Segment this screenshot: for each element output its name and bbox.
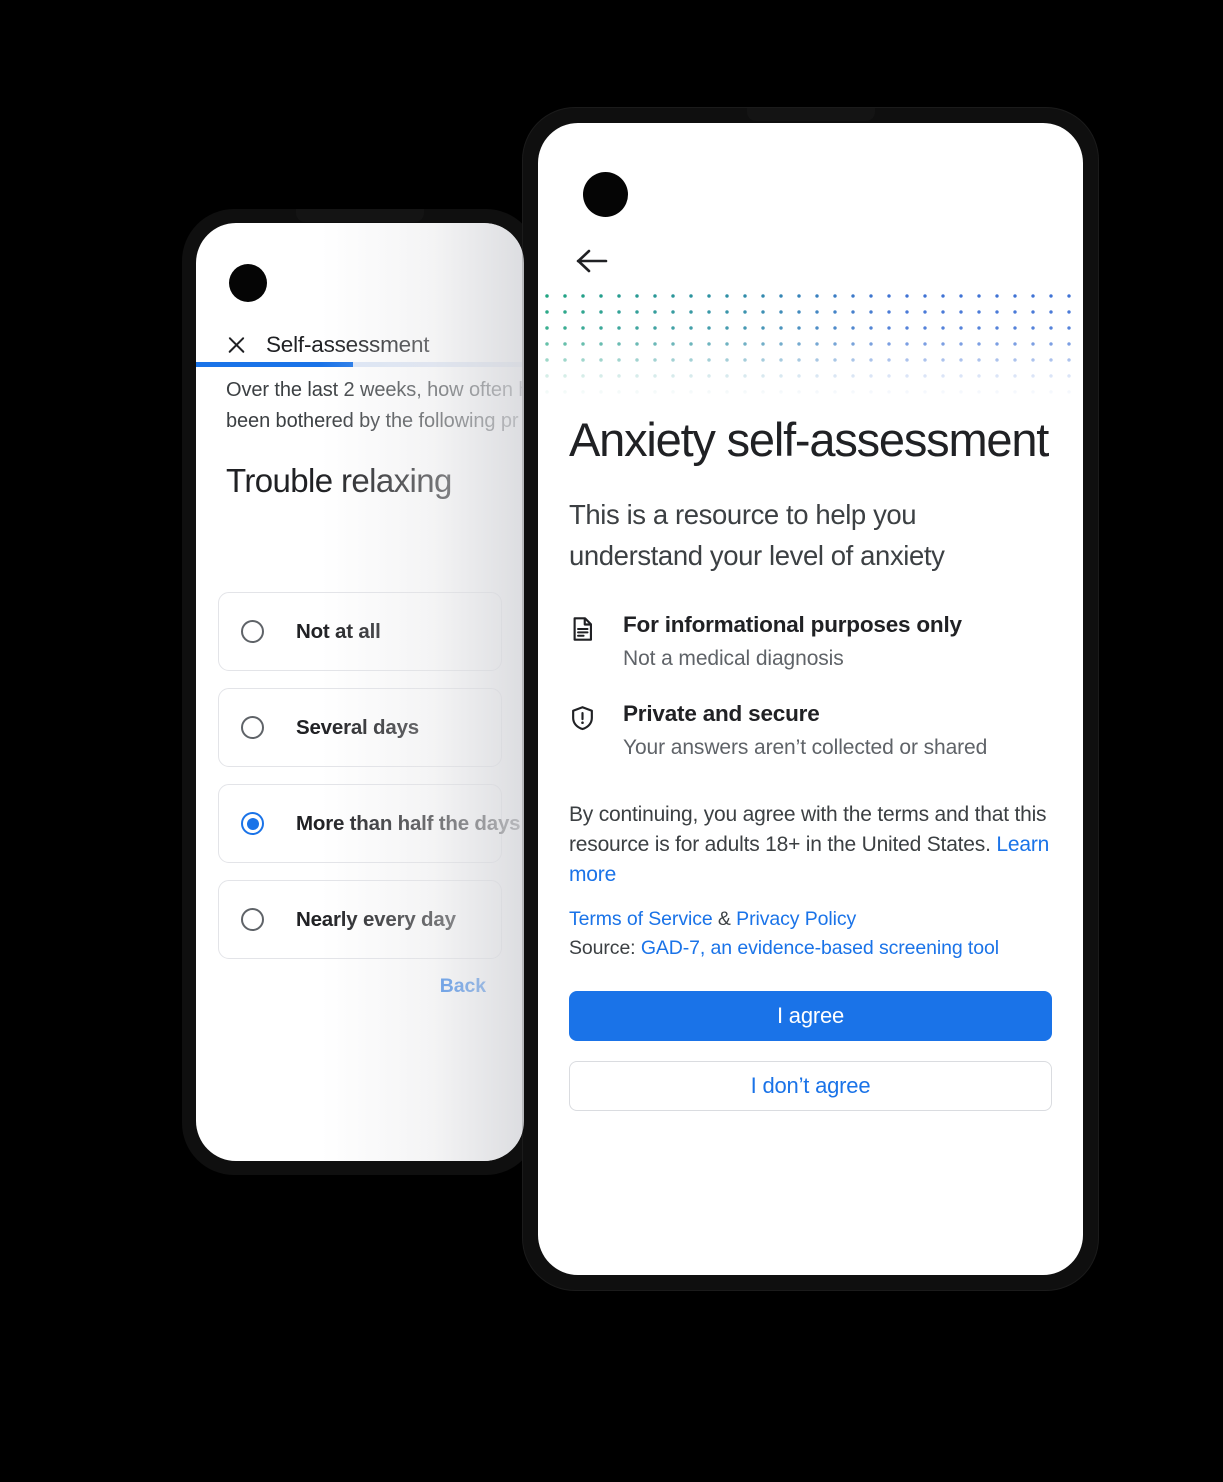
disagree-button[interactable]: I don’t agree: [569, 1061, 1052, 1111]
source-link[interactable]: GAD-7, an evidence-based screening tool: [641, 937, 999, 959]
feature-private-secure: Private and secure Your answers aren’t c…: [569, 701, 1052, 760]
back-row: Back: [196, 975, 524, 998]
document-icon: [569, 612, 599, 671]
back-button[interactable]: Back: [440, 975, 486, 997]
legal-links-row-1: Terms of Service & Privacy Policy: [569, 905, 1052, 934]
action-buttons: I agree I don’t agree: [569, 991, 1052, 1111]
back-arrow-button[interactable]: [571, 240, 613, 282]
option-label: Not at all: [296, 619, 381, 643]
radio-icon[interactable]: [241, 620, 264, 643]
feature-title: Private and secure: [623, 701, 820, 726]
phone-device-left: Self-assessment Over the last 2 weeks, h…: [182, 209, 538, 1175]
legal-disclaimer: By continuing, you agree with the terms …: [569, 800, 1052, 890]
feature-description: Your answers aren’t collected or shared: [623, 736, 988, 759]
front-camera-icon: [229, 264, 267, 302]
option-not-at-all[interactable]: Not at all: [218, 592, 502, 671]
phone-notch-right: [746, 108, 875, 121]
question-prompt: Trouble relaxing: [226, 462, 452, 499]
source-label: Source:: [569, 937, 641, 959]
decorative-dot-pattern: [538, 288, 1083, 398]
phone-screen-right: Anxiety self-assessment This is a resour…: [538, 123, 1083, 1275]
close-icon[interactable]: [226, 335, 247, 356]
radio-icon[interactable]: [241, 908, 264, 931]
phone-device-right: Anxiety self-assessment This is a resour…: [523, 108, 1098, 1290]
agree-button[interactable]: I agree: [569, 991, 1052, 1041]
question-intro-line-2: been bothered by the following pr: [226, 410, 519, 432]
question-intro-line-1: Over the last 2 weeks, how often h: [226, 379, 524, 401]
feature-description: Not a medical diagnosis: [623, 647, 844, 670]
arrow-back-icon: [576, 249, 608, 273]
privacy-policy-link[interactable]: Privacy Policy: [736, 908, 856, 930]
feature-title: For informational purposes only: [623, 612, 962, 637]
radio-icon[interactable]: [241, 716, 264, 739]
page-subtitle: This is a resource to help you understan…: [569, 499, 945, 571]
phone-screen-left: Self-assessment Over the last 2 weeks, h…: [196, 223, 524, 1161]
feature-informational: For informational purposes only Not a me…: [569, 612, 1052, 671]
radio-icon-selected[interactable]: [241, 812, 264, 835]
front-camera-icon: [583, 172, 628, 217]
option-more-than-half-the-days[interactable]: More than half the days: [218, 784, 521, 863]
legal-links-row-2: Source: GAD-7, an evidence-based screeni…: [569, 934, 1052, 963]
self-assessment-title: Self-assessment: [266, 332, 430, 357]
option-label: Several days: [296, 715, 419, 739]
question-block: Over the last 2 weeks, how often h been …: [196, 375, 524, 501]
shield-alert-icon: [569, 701, 599, 760]
answer-options-list: Not at all Several days More than half t…: [196, 592, 524, 976]
phone-notch-left: [296, 209, 424, 222]
links-separator: &: [712, 908, 737, 930]
option-several-days[interactable]: Several days: [218, 688, 502, 767]
option-nearly-every-day[interactable]: Nearly every day: [218, 880, 502, 959]
legal-links: Terms of Service & Privacy Policy Source…: [569, 905, 1052, 963]
progress-bar: [196, 362, 524, 367]
intro-content: Anxiety self-assessment This is a resour…: [538, 408, 1083, 1111]
legal-text: By continuing, you agree with the terms …: [569, 803, 1047, 856]
terms-of-service-link[interactable]: Terms of Service: [569, 908, 713, 930]
option-label: Nearly every day: [296, 907, 456, 931]
decorative-dot-pattern-green: [538, 288, 1083, 398]
option-label: More than half the days: [296, 811, 521, 835]
progress-bar-fill: [196, 362, 354, 367]
page-title: Anxiety self-assessment: [569, 413, 1049, 466]
